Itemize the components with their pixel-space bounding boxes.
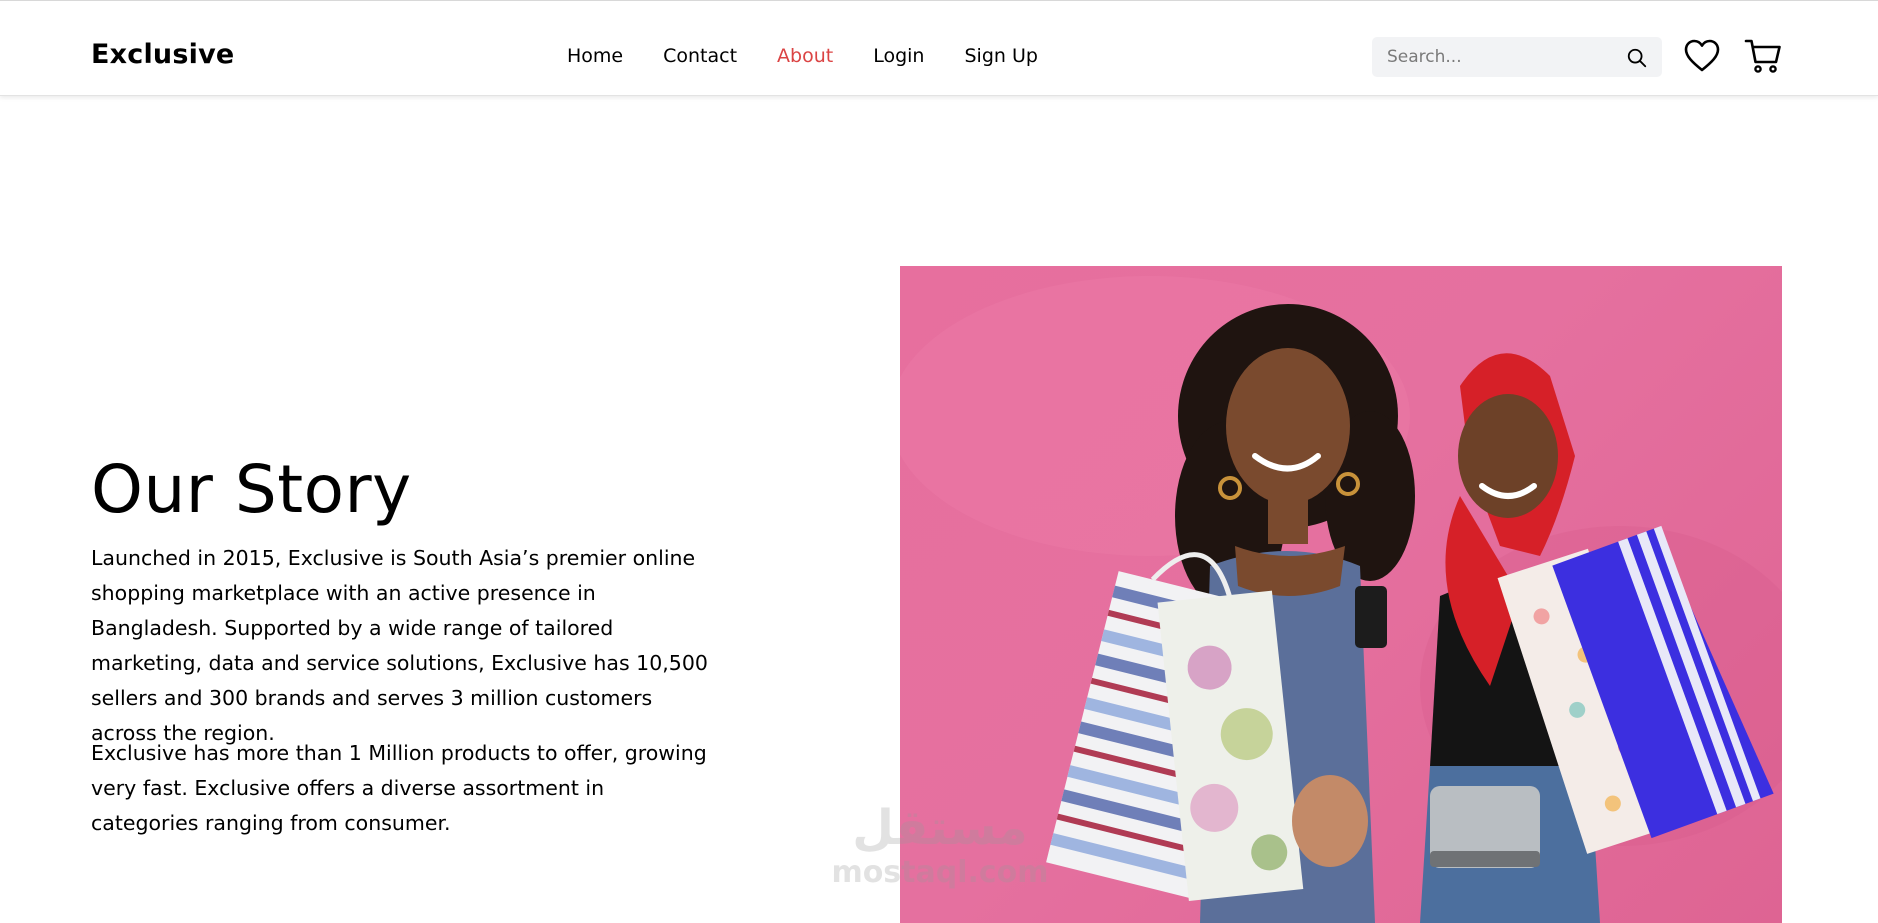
watermark-latin: mostaql.com xyxy=(831,855,1049,890)
heart-icon[interactable] xyxy=(1684,39,1720,73)
search-input[interactable] xyxy=(1387,37,1622,77)
watermark-arabic: مستقل xyxy=(852,800,1028,856)
search-box xyxy=(1372,37,1662,77)
logo[interactable]: Exclusive xyxy=(91,39,234,70)
story-paragraph-2: Exclusive has more than 1 Million produc… xyxy=(91,741,707,835)
nav-home[interactable]: Home xyxy=(567,45,623,67)
nav-about[interactable]: About xyxy=(777,45,833,67)
story-paragraph-1: Launched in 2015, Exclusive is South Asi… xyxy=(91,546,708,745)
nav-contact[interactable]: Contact xyxy=(663,45,737,67)
story-title: Our Story xyxy=(91,451,412,528)
cart-icon[interactable] xyxy=(1744,38,1782,74)
watermark: مستقل mostaql.com xyxy=(825,800,1055,910)
main-nav: Home Contact About Login Sign Up xyxy=(567,45,1078,67)
nav-login[interactable]: Login xyxy=(873,45,924,67)
search-icon[interactable] xyxy=(1626,47,1648,69)
nav-sign-up[interactable]: Sign Up xyxy=(964,45,1037,67)
site-header: Exclusive Home Contact About Login Sign … xyxy=(0,1,1878,96)
